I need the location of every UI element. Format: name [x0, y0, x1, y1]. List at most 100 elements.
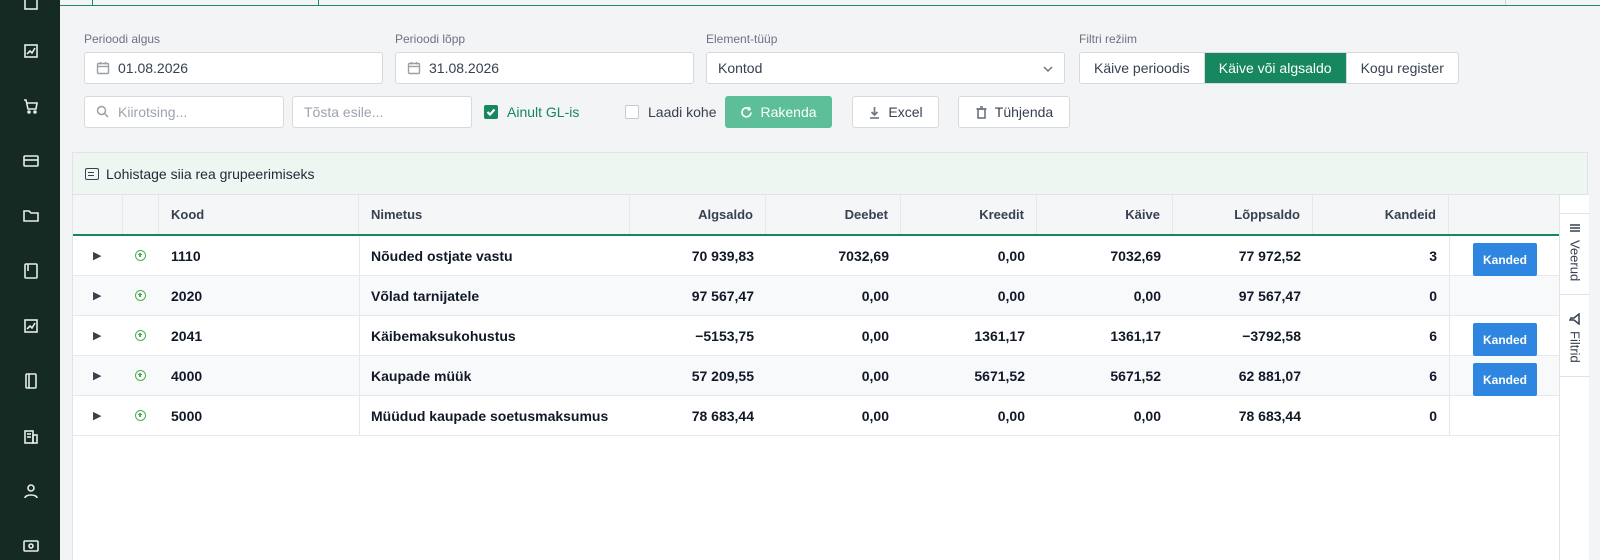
book-icon[interactable]	[22, 262, 40, 280]
gl-only-label: Ainult GL-is	[507, 104, 580, 120]
cell-algsaldo: 70 939,83	[691, 247, 754, 264]
dashboard-icon[interactable]	[22, 0, 40, 12]
excel-button[interactable]: Excel	[852, 96, 939, 128]
cell-kood: 2020	[171, 287, 203, 304]
cell-kood: 1110	[171, 247, 201, 264]
row-expander[interactable]: ▶	[93, 396, 113, 435]
cell-kandeid: 0	[1429, 407, 1437, 424]
load-now-label: Laadi kohe	[648, 104, 717, 120]
cell-kandeid: 6	[1429, 327, 1437, 344]
excel-button-label: Excel	[888, 104, 923, 120]
cell-kreedit: 5671,52	[974, 367, 1025, 384]
cell-algsaldo: 57 209,55	[691, 367, 754, 384]
row-expander[interactable]: ▶	[93, 356, 113, 395]
expand-arrow-icon: ▶	[93, 250, 102, 262]
card-icon[interactable]	[22, 152, 40, 170]
add-icon[interactable]	[135, 316, 155, 355]
report-chart-icon[interactable]	[22, 317, 40, 335]
add-icon[interactable]	[135, 396, 155, 435]
filter-mode-label: Filtri režiim	[1079, 32, 1137, 46]
period-start-label: Perioodi algus	[84, 32, 161, 46]
kanded-button[interactable]: Kanded	[1473, 323, 1537, 356]
cell-algsaldo: 78 683,44	[691, 407, 754, 424]
tab-filters[interactable]: Filtrid	[1560, 307, 1590, 377]
folder-icon[interactable]	[22, 207, 40, 225]
cell-kreedit: 0,00	[997, 247, 1025, 264]
highlight-input[interactable]: Tõsta esile...	[292, 96, 472, 128]
cart-icon[interactable]	[22, 97, 40, 115]
column-header-kaive[interactable]: Käive	[1037, 195, 1173, 234]
period-end-value: 31.08.2026	[429, 60, 500, 76]
trash-icon	[975, 105, 988, 119]
kanded-button[interactable]: Kanded	[1473, 243, 1537, 276]
app-sidebar	[0, 0, 60, 560]
quick-search-input[interactable]: Kiirotsing...	[84, 96, 284, 128]
refresh-icon	[740, 106, 753, 119]
building-icon[interactable]	[22, 427, 40, 445]
cell-nimetus: Nõuded ostjate vastu	[371, 247, 513, 264]
table-row[interactable]: ▶ 5000 Müüdud kaupade soetusmaksumus 78 …	[73, 396, 1559, 436]
chart-icon[interactable]	[22, 42, 40, 60]
cell-deebet: 0,00	[861, 287, 889, 304]
gl-only-checkbox[interactable]: Ainult GL-is	[484, 96, 579, 128]
add-icon[interactable]	[135, 276, 155, 315]
user-icon[interactable]	[22, 482, 40, 500]
period-end-field[interactable]: 31.08.2026	[395, 52, 694, 84]
table-row[interactable]: ▶ 4000 Kaupade müük 57 209,55 0,00 5671,…	[73, 356, 1559, 396]
cell-kreedit: 1361,17	[974, 327, 1025, 344]
filter-mode-period[interactable]: Käive perioodis	[1080, 53, 1205, 83]
add-icon[interactable]	[135, 356, 155, 395]
tab-filters-label: Filtrid	[1567, 331, 1583, 363]
cell-algsaldo: 97 567,47	[691, 287, 754, 304]
row-expander[interactable]: ▶	[93, 236, 113, 275]
apply-button[interactable]: Rakenda	[725, 96, 832, 128]
row-expander[interactable]: ▶	[93, 276, 113, 315]
filter-mode-turnover-or-balance[interactable]: Käive või algsaldo	[1204, 53, 1347, 83]
ledger-icon[interactable]	[22, 372, 40, 390]
grid-body: ▶ 1110 Nõuded ostjate vastu 70 939,83 70…	[73, 236, 1559, 436]
group-hint: Lohistage siia rea grupeerimiseks	[106, 165, 315, 182]
table-row[interactable]: ▶ 2020 Võlad tarnijatele 97 567,47 0,00 …	[73, 276, 1559, 316]
tab-columns[interactable]: Veerud	[1560, 213, 1590, 295]
cell-deebet: 7032,69	[838, 247, 889, 264]
cell-kood: 5000	[171, 407, 203, 424]
load-now-checkbox[interactable]: Laadi kohe	[625, 96, 717, 128]
column-header-deebet[interactable]: Deebet	[766, 195, 901, 234]
column-header-kandeid[interactable]: Kandeid	[1313, 195, 1449, 234]
table-row[interactable]: ▶ 1110 Nõuded ostjate vastu 70 939,83 70…	[73, 236, 1559, 276]
top-tab-strip	[60, 0, 1600, 6]
cash-icon[interactable]	[22, 537, 40, 555]
group-icon	[85, 167, 99, 180]
column-header-algsaldo[interactable]: Algsaldo	[630, 195, 766, 234]
clear-button-label: Tühjenda	[994, 104, 1054, 120]
cell-loppsaldo: 78 683,44	[1238, 407, 1301, 424]
filter-mode-full-register[interactable]: Kogu register	[1347, 53, 1458, 83]
search-icon	[96, 105, 110, 119]
calendar-icon	[407, 61, 421, 75]
cell-kreedit: 0,00	[997, 407, 1025, 424]
cell-kood: 2041	[171, 327, 203, 344]
kanded-button[interactable]: Kanded	[1473, 363, 1537, 396]
table-row[interactable]: ▶ 2041 Käibemaksukohustus −5153,75 0,00 …	[73, 316, 1559, 356]
filter-mode-group: Käive perioodis Käive või algsaldo Kogu …	[1079, 52, 1459, 84]
element-type-select[interactable]: Kontod	[706, 52, 1065, 84]
cell-deebet: 0,00	[861, 327, 889, 344]
chevron-down-icon	[1042, 62, 1054, 74]
column-header-loppsaldo[interactable]: Lõppsaldo	[1173, 195, 1313, 234]
cell-kandeid: 6	[1429, 367, 1437, 384]
calendar-icon	[96, 61, 110, 75]
row-expander[interactable]: ▶	[93, 316, 113, 355]
column-header-nimetus[interactable]: Nimetus	[359, 195, 630, 234]
period-start-field[interactable]: 01.08.2026	[84, 52, 383, 84]
add-icon[interactable]	[135, 236, 155, 275]
filter-icon	[1569, 313, 1580, 325]
column-header-kreedit[interactable]: Kreedit	[901, 195, 1037, 234]
cell-loppsaldo: −3792,58	[1242, 327, 1301, 344]
cell-kaive: 0,00	[1133, 287, 1161, 304]
cell-nimetus: Võlad tarnijatele	[371, 287, 480, 304]
cell-kandeid: 0	[1429, 287, 1437, 304]
group-drop-zone[interactable]: Lohistage siia rea grupeerimiseks	[73, 153, 1587, 195]
clear-button[interactable]: Tühjenda	[958, 96, 1070, 128]
column-header-kood[interactable]: Kood	[159, 195, 359, 234]
cell-loppsaldo: 62 881,07	[1238, 367, 1301, 384]
